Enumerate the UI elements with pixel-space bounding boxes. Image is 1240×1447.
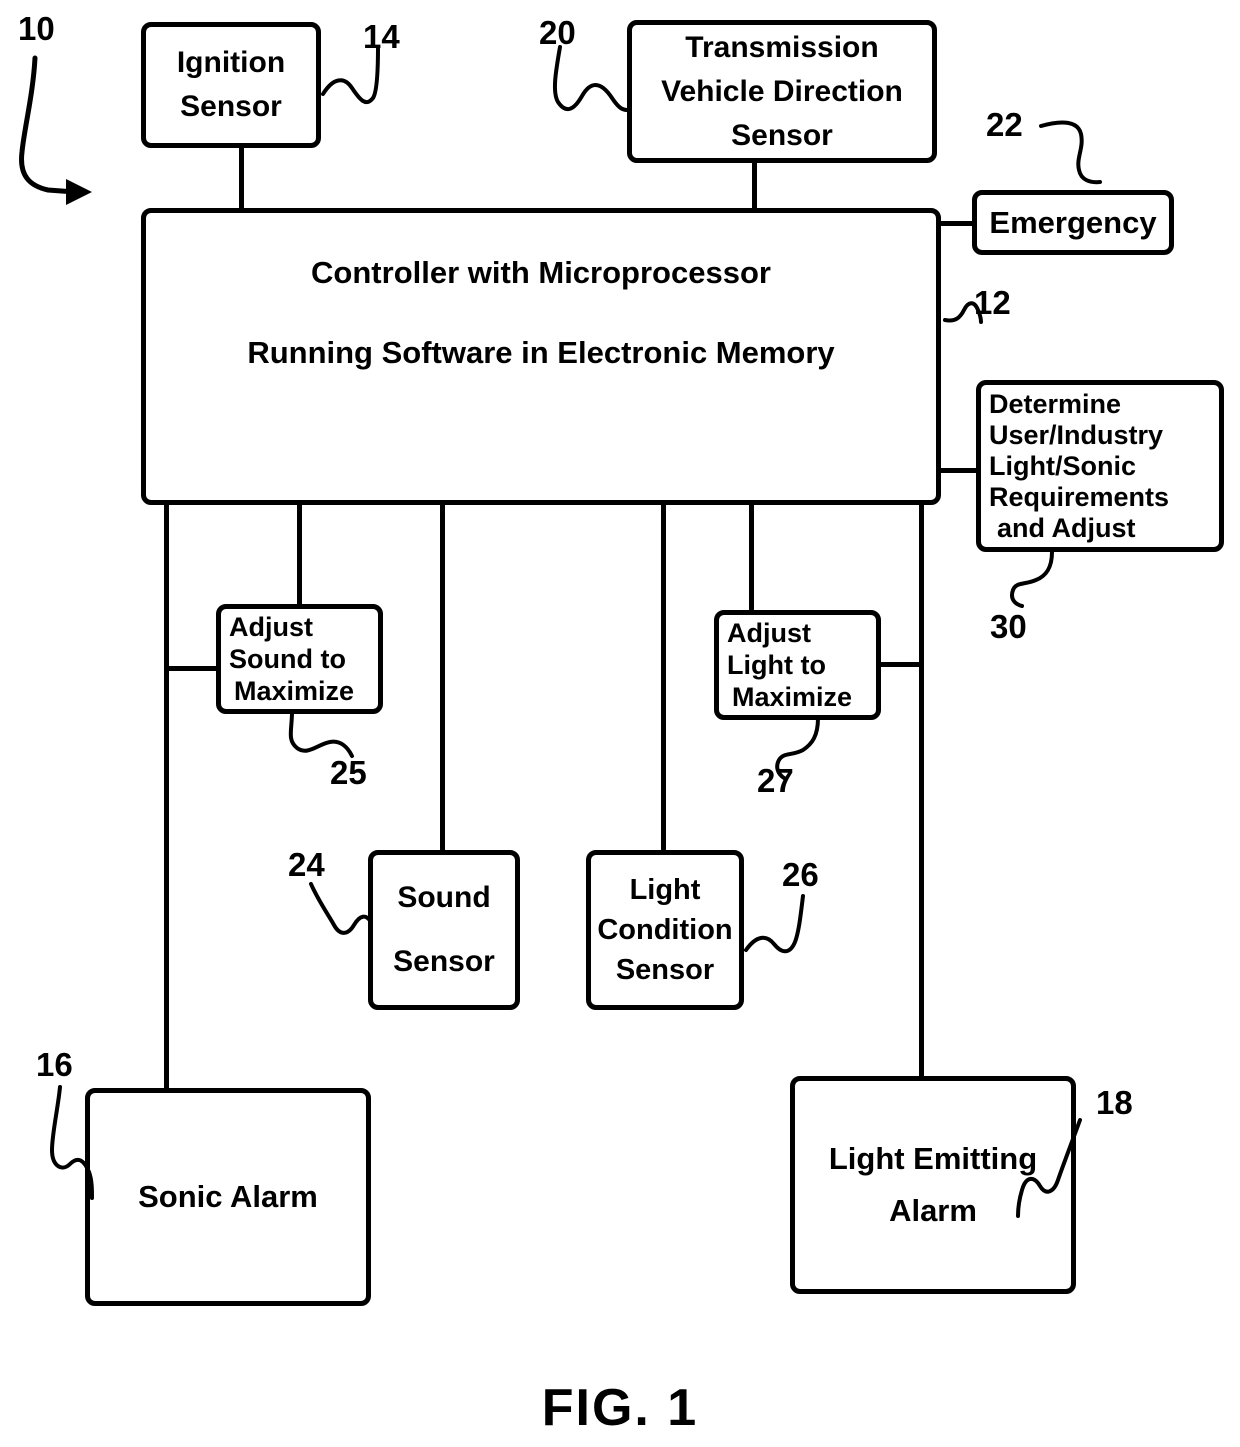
patent-figure-1: Ignition Sensor 14 Transmission Vehicle … [0,0,1240,1447]
ref-16: 16 [36,1046,73,1083]
ref-30: 30 [990,608,1027,645]
ref-12: 12 [974,284,1011,321]
ref-20: 20 [539,14,576,51]
ref-18: 18 [1096,1084,1133,1121]
ref-14: 14 [363,18,400,55]
ref-22: 22 [986,106,1023,143]
ref-27: 27 [757,762,794,799]
lead-lines [19,45,1102,1218]
ref-25: 25 [330,754,367,791]
ref-26: 26 [782,856,819,893]
ref-24: 24 [288,846,325,883]
figure-caption: FIG. 1 [541,1379,699,1437]
ref-10: 10 [18,10,55,47]
